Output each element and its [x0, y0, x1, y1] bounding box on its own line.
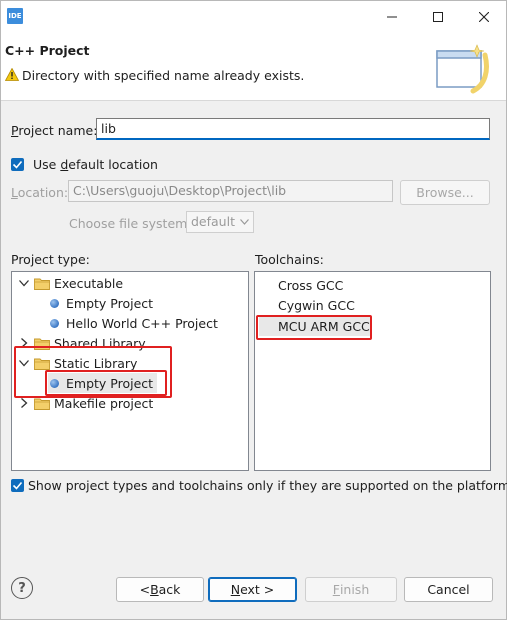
checkmark-icon [12, 160, 23, 169]
chevron-down-icon [240, 219, 249, 225]
ide-app-icon: IDE [7, 8, 23, 24]
toolchain-item-cross-gcc[interactable]: Cross GCC [278, 275, 343, 295]
location-label: Location: [11, 185, 69, 200]
tree-item-label: Executable [54, 275, 124, 291]
chevron-right-icon[interactable] [18, 397, 30, 409]
toolchains-list[interactable]: Cross GCC Cygwin GCC MCU ARM GCC [254, 271, 491, 471]
show-supported-checkbox[interactable] [11, 479, 24, 492]
wizard-message: Directory with specified name already ex… [22, 68, 305, 83]
file-system-value: default [191, 214, 235, 229]
wizard-banner: C++ Project Directory with specified nam… [1, 33, 506, 101]
next-button[interactable]: Next > [208, 577, 297, 602]
close-icon [479, 12, 489, 22]
annotation-highlight-mcu-arm-gcc [256, 315, 372, 340]
finish-button[interactable]: Finish [305, 577, 397, 602]
browse-button[interactable]: Browse... [400, 180, 490, 205]
tree-item-label: Empty Project [66, 295, 154, 311]
toolchains-label: Toolchains: [255, 252, 324, 267]
wizard-title: C++ Project [5, 43, 90, 58]
new-project-wizard-icon [436, 44, 489, 94]
location-input[interactable]: C:\Users\guoju\Desktop\Project\lib [68, 180, 393, 202]
tree-item-label: Hello World C++ Project [66, 315, 218, 331]
tree-item-empty-project[interactable]: Empty Project [50, 293, 153, 313]
title-bar: IDE [1, 1, 506, 33]
minimize-icon [387, 16, 397, 18]
tree-item-executable[interactable]: Executable [18, 273, 123, 293]
cancel-button[interactable]: Cancel [404, 577, 493, 602]
close-button[interactable] [461, 1, 507, 33]
folder-icon [34, 278, 50, 290]
tree-item-hello-world-project[interactable]: Hello World C++ Project [50, 313, 218, 333]
back-button[interactable]: < Back [116, 577, 204, 602]
new-project-dialog: IDE C++ Project Directory with specified… [0, 0, 507, 620]
show-supported-label[interactable]: Show project types and toolchains only i… [28, 478, 507, 493]
project-name-label: Project name: [11, 123, 98, 138]
minimize-button[interactable] [369, 1, 415, 33]
use-default-location-label[interactable]: Use default location [33, 157, 158, 172]
maximize-icon [433, 12, 443, 22]
project-template-icon [50, 318, 59, 328]
warning-icon [5, 68, 19, 81]
file-system-label: Choose file system: [69, 216, 192, 231]
chevron-down-icon[interactable] [18, 277, 30, 289]
toolchain-item-cygwin-gcc[interactable]: Cygwin GCC [278, 295, 355, 315]
annotation-highlight-empty-project [45, 370, 167, 396]
help-icon[interactable]: ? [11, 577, 33, 599]
maximize-button[interactable] [415, 1, 461, 33]
folder-icon [34, 398, 50, 410]
project-name-input[interactable]: lib [96, 118, 490, 140]
file-system-select[interactable]: default [186, 211, 254, 233]
use-default-location-checkbox[interactable] [11, 158, 24, 171]
project-template-icon [50, 298, 59, 308]
checkmark-icon [12, 481, 23, 490]
project-type-label: Project type: [11, 252, 90, 267]
